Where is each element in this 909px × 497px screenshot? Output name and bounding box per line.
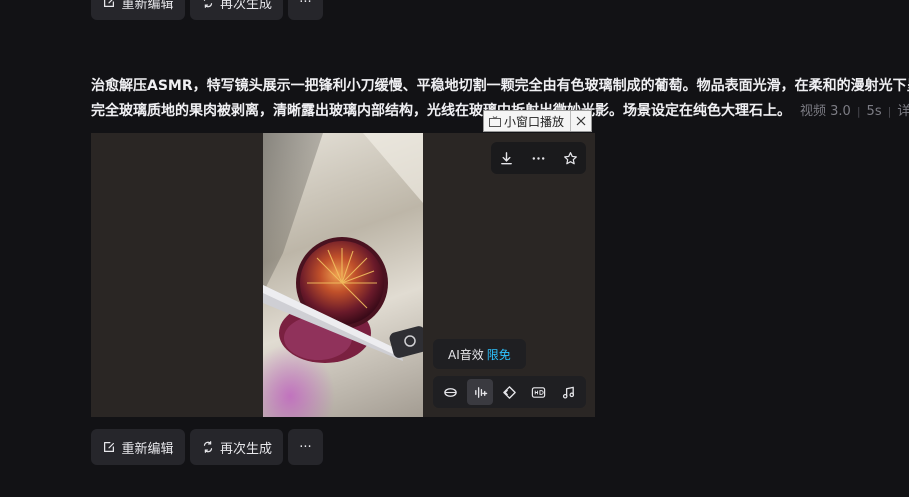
edit-icon (104, 442, 115, 452)
diamond-icon (503, 385, 516, 399)
free-badge: 限免 (486, 347, 511, 362)
pip-tooltip[interactable]: 小窗口播放 (483, 110, 593, 132)
regenerate-icon (203, 0, 213, 8)
pip-close-button[interactable] (570, 111, 591, 131)
more-button-top[interactable]: ··· (288, 0, 323, 20)
regenerate-icon (203, 441, 213, 453)
video-card[interactable]: AI音效 限免 (91, 133, 595, 417)
video-player[interactable] (263, 133, 423, 417)
pip-play-button[interactable]: 小窗口播放 (484, 113, 570, 130)
lip-sync-button[interactable] (438, 379, 464, 405)
re-edit-label: 重新编辑 (121, 0, 174, 12)
audio-wave-button[interactable] (467, 379, 494, 405)
video-toolbar-top (491, 142, 586, 174)
lip-sync-icon (444, 387, 457, 397)
pip-tv-icon (489, 115, 501, 127)
pip-label: 小窗口播放 (504, 114, 565, 129)
re-edit-label: 重新编辑 (121, 441, 174, 457)
re-edit-button-top[interactable]: 重新编辑 (91, 0, 185, 20)
more-icon: ··· (299, 439, 312, 455)
more-icon[interactable] (531, 151, 546, 166)
ai-sound-chip[interactable]: AI音效 限免 (433, 339, 526, 369)
more-icon: ··· (299, 0, 312, 10)
music-button[interactable] (555, 379, 581, 405)
prompt-line-1: 治愈解压ASMR，特写镜头展示一把锋利小刀缓慢、平稳地切割一颗完全由有色玻璃制成… (91, 78, 909, 94)
audio-wave-icon (474, 386, 487, 398)
ai-sound-label: AI音效 (448, 347, 484, 362)
model-tag: 视频 3.0 (800, 104, 851, 119)
details-link[interactable]: 详 (897, 104, 909, 119)
star-icon[interactable] (563, 151, 578, 166)
video-toolbar-bottom (433, 376, 586, 408)
hd-icon (532, 386, 546, 398)
close-icon (576, 116, 586, 126)
prompt-line-2-text: 完全玻璃质地的果肉被剥离，清晰露出玻璃内部结构，光线在玻璃中折射出微妙光影。场景… (91, 103, 791, 119)
download-icon[interactable] (499, 151, 514, 166)
regenerate-button-top[interactable]: 再次生成 (190, 0, 283, 20)
meta-separator: | (856, 105, 861, 118)
prompt-meta: 视频 3.0 | 5s | 详 (796, 104, 909, 119)
re-edit-button[interactable]: 重新编辑 (91, 429, 185, 465)
diamond-button[interactable] (496, 379, 522, 405)
duration-tag: 5s (866, 104, 882, 119)
regenerate-label: 再次生成 (219, 0, 272, 12)
video-frame (263, 133, 423, 417)
music-note-icon (562, 386, 574, 399)
edit-icon (104, 0, 115, 7)
more-button[interactable]: ··· (288, 429, 323, 465)
regenerate-button[interactable]: 再次生成 (190, 429, 283, 465)
hd-button[interactable] (526, 379, 552, 405)
regenerate-label: 再次生成 (219, 441, 272, 457)
meta-separator: | (887, 105, 892, 118)
